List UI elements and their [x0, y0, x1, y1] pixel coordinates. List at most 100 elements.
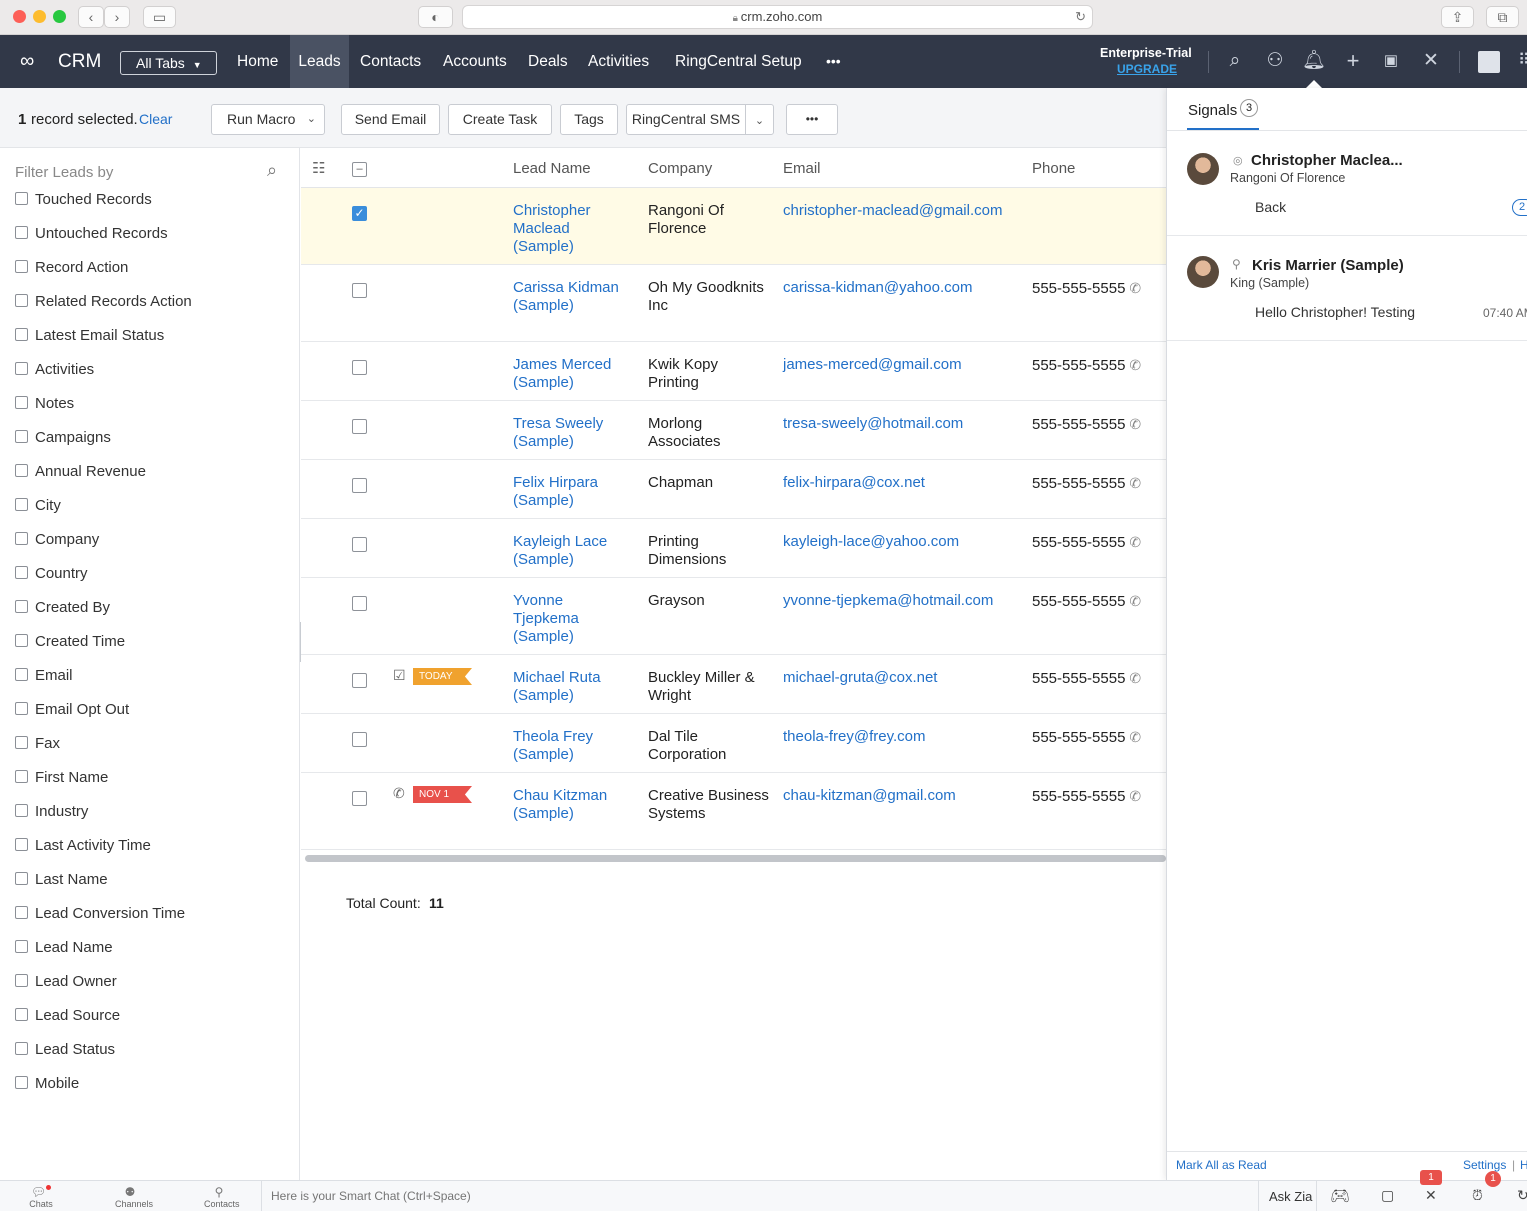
- create-task-button[interactable]: Create Task: [448, 104, 552, 135]
- select-all-checkbox[interactable]: –: [352, 162, 367, 177]
- chats-button[interactable]: 💬︎ Chats: [26, 1185, 56, 1209]
- gamepad-icon[interactable]: 🎮︎: [1330, 1186, 1350, 1206]
- bell-icon[interactable]: 🔔︎: [1302, 49, 1326, 73]
- phone-call-icon[interactable]: ✆: [1129, 475, 1141, 491]
- filter-checkbox[interactable]: [15, 328, 28, 341]
- row-checkbox[interactable]: [352, 360, 367, 375]
- privacy-shield-icon[interactable]: ◐: [418, 6, 453, 28]
- filter-checkbox[interactable]: [15, 838, 28, 851]
- filter-item[interactable]: Touched Records: [15, 190, 152, 210]
- tab-home[interactable]: Home: [237, 35, 278, 88]
- feeds-people-icon[interactable]: ⚇: [1263, 49, 1287, 73]
- ringcentral-sms-button[interactable]: RingCentral SMS: [626, 104, 746, 135]
- table-row[interactable]: Theola Frey (Sample) Dal Tile Corporation…: [301, 714, 1166, 773]
- lead-name-link[interactable]: Kayleigh Lace (Sample): [513, 533, 623, 569]
- column-phone[interactable]: Phone: [1032, 160, 1075, 177]
- table-row[interactable]: ☑ TODAY Michael Ruta (Sample) Buckley Mille…: [301, 655, 1166, 714]
- filter-item[interactable]: Email: [15, 666, 73, 686]
- row-checkbox[interactable]: [352, 673, 367, 688]
- tab-contacts[interactable]: Contacts: [360, 35, 421, 88]
- filter-item[interactable]: Created Time: [15, 632, 125, 652]
- filter-item[interactable]: Last Activity Time: [15, 836, 151, 856]
- table-row[interactable]: Kayleigh Lace (Sample) Printing Dimension…: [301, 519, 1166, 578]
- row-checkbox[interactable]: [352, 732, 367, 747]
- more-actions-button[interactable]: •••: [786, 104, 838, 135]
- table-row[interactable]: Carissa Kidman (Sample) Oh My Goodknits I…: [301, 265, 1166, 342]
- filter-checkbox[interactable]: [15, 192, 28, 205]
- lead-name-link[interactable]: Tresa Sweely (Sample): [513, 415, 623, 451]
- filter-item[interactable]: Country: [15, 564, 88, 584]
- email-link[interactable]: theola-frey@frey.com: [783, 728, 926, 746]
- reload-icon[interactable]: ↻: [1075, 6, 1086, 28]
- row-checkbox[interactable]: ✓: [352, 206, 367, 221]
- maximize-window-button[interactable]: [53, 10, 66, 23]
- tab-deals[interactable]: Deals: [528, 35, 568, 88]
- filter-checkbox[interactable]: [15, 736, 28, 749]
- phone-call-icon[interactable]: ✆: [1129, 280, 1141, 296]
- filter-checkbox[interactable]: [15, 1008, 28, 1021]
- ask-zia-button[interactable]: Ask Zia: [1269, 1189, 1312, 1204]
- email-link[interactable]: james-merced@gmail.com: [783, 356, 962, 374]
- column-company[interactable]: Company: [648, 160, 712, 177]
- all-tabs-dropdown[interactable]: All Tabs ▼: [120, 51, 217, 75]
- calendar-icon[interactable]: ▣: [1379, 49, 1403, 73]
- email-link[interactable]: carissa-kidman@yahoo.com: [783, 279, 972, 297]
- filter-item[interactable]: Record Action: [15, 258, 128, 278]
- tab-leads[interactable]: Leads: [290, 35, 349, 88]
- apps-grid-icon[interactable]: ⠿: [1512, 49, 1527, 73]
- row-checkbox[interactable]: [352, 596, 367, 611]
- signal-item[interactable]: ⚲ Kris Marrier (Sample) King (Sample) He…: [1167, 236, 1527, 341]
- send-email-button[interactable]: Send Email: [341, 104, 440, 135]
- email-link[interactable]: chau-kitzman@gmail.com: [783, 787, 956, 805]
- lead-name-link[interactable]: Christopher Maclead (Sample): [513, 202, 623, 256]
- filter-item[interactable]: Notes: [15, 394, 74, 414]
- lead-name-link[interactable]: Yvonne Tjepkema (Sample): [513, 592, 623, 646]
- filter-checkbox[interactable]: [15, 974, 28, 987]
- search-icon[interactable]: ⌕: [267, 160, 277, 181]
- lead-name-link[interactable]: James Merced (Sample): [513, 356, 623, 392]
- search-icon[interactable]: ⌕: [1223, 49, 1247, 73]
- filter-item[interactable]: Email Opt Out: [15, 700, 129, 720]
- table-row[interactable]: Tresa Sweely (Sample) Morlong Associates t…: [301, 401, 1166, 460]
- sidebar-toggle-icon[interactable]: ▭: [143, 6, 176, 28]
- filter-item[interactable]: First Name: [15, 768, 108, 788]
- user-avatar[interactable]: [1478, 51, 1500, 73]
- filter-checkbox[interactable]: [15, 1042, 28, 1055]
- plus-icon[interactable]: +: [1341, 49, 1365, 73]
- filter-checkbox[interactable]: [15, 498, 28, 511]
- email-link[interactable]: tresa-sweely@hotmail.com: [783, 415, 963, 433]
- filter-item[interactable]: Lead Source: [15, 1006, 120, 1026]
- call-icon[interactable]: ✆: [393, 785, 405, 802]
- filter-checkbox[interactable]: [15, 532, 28, 545]
- phone-call-icon[interactable]: ✆: [1129, 416, 1141, 432]
- minimize-window-button[interactable]: [33, 10, 46, 23]
- brand-name[interactable]: CRM: [58, 35, 101, 88]
- tab-activities[interactable]: Activities: [588, 35, 649, 88]
- filter-checkbox[interactable]: [15, 464, 28, 477]
- table-row[interactable]: ✓ Christopher Maclead (Sample) Rangoni Of …: [301, 188, 1166, 265]
- filter-checkbox[interactable]: [15, 770, 28, 783]
- filter-item[interactable]: Company: [15, 530, 99, 550]
- smart-chat-input[interactable]: [262, 1181, 1258, 1211]
- tab-accounts[interactable]: Accounts: [443, 35, 507, 88]
- filter-item[interactable]: City: [15, 496, 61, 516]
- lead-name-link[interactable]: Carissa Kidman (Sample): [513, 279, 623, 315]
- channels-button[interactable]: ⚉ Channels: [115, 1185, 153, 1209]
- filter-item[interactable]: Created By: [15, 598, 110, 618]
- filter-checkbox[interactable]: [15, 668, 28, 681]
- filter-item[interactable]: Fax: [15, 734, 60, 754]
- filter-item[interactable]: Lead Name: [15, 938, 113, 958]
- close-window-button[interactable]: [13, 10, 26, 23]
- filter-checkbox[interactable]: [15, 634, 28, 647]
- task-icon[interactable]: ☑: [393, 667, 406, 684]
- email-link[interactable]: kayleigh-lace@yahoo.com: [783, 533, 959, 551]
- table-row[interactable]: ✆ NOV 1 Chau Kitzman (Sample) Creative Busi…: [301, 773, 1166, 850]
- lead-name-link[interactable]: Felix Hirpara (Sample): [513, 474, 623, 510]
- lead-name-link[interactable]: Chau Kitzman (Sample): [513, 787, 623, 823]
- mark-all-read-link[interactable]: Mark All as Read: [1176, 1158, 1267, 1172]
- lead-name-link[interactable]: Theola Frey (Sample): [513, 728, 623, 764]
- table-row[interactable]: Felix Hirpara (Sample) Chapman felix-hirpa…: [301, 460, 1166, 519]
- row-checkbox[interactable]: [352, 419, 367, 434]
- clear-selection-link[interactable]: Clear: [139, 111, 172, 127]
- lead-name-link[interactable]: Michael Ruta (Sample): [513, 669, 623, 705]
